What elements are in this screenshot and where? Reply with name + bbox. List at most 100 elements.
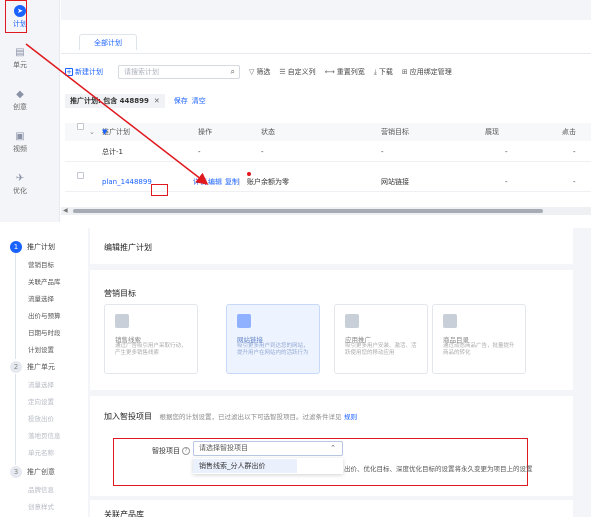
goal-desc: 通过动态商品广告，批量提升商品的转化 xyxy=(443,343,515,356)
rail-item-video[interactable]: ▣ 视频 xyxy=(0,131,40,154)
website-icon xyxy=(237,314,251,328)
filter-chip-label: 推广计划: 包含 448899 xyxy=(70,97,149,105)
smart-section-title: 加入智投项目 根据您的计划设置，已过滤出以下可选智投项目。过滤条件详见 规则 xyxy=(104,411,357,422)
app-icon xyxy=(345,314,359,328)
app-grid-icon: ⊞ xyxy=(401,68,408,76)
step-3[interactable]: 3 推广创意 xyxy=(10,466,55,478)
dropdown-option[interactable]: 销售线索_分人群出价 xyxy=(193,459,297,473)
save-filter-link[interactable]: 保存 xyxy=(174,96,188,106)
left-nav-rail: ➤ 计划 ▤ 单元 ◆ 创意 ▣ 视频 ✈ 优化 xyxy=(0,0,60,222)
title-card: 编辑推广计划 xyxy=(90,228,573,264)
app-binding-label: 应用绑定管理 xyxy=(409,68,452,76)
step-item[interactable]: 投放出价 xyxy=(28,413,54,423)
step-item[interactable]: 定向设置 xyxy=(28,396,54,406)
clear-filter-link[interactable]: 清空 xyxy=(192,96,206,106)
download-icon: ⤓ xyxy=(373,68,377,76)
highlight-edit-box xyxy=(151,184,168,196)
step-2[interactable]: 2 推广单元 xyxy=(10,361,55,373)
rail-label: 视频 xyxy=(13,145,27,153)
step-title: 推广单元 xyxy=(27,363,55,371)
copy-link[interactable]: 复制 xyxy=(225,172,239,192)
list-panel: 全部计划 + 新建计划 请搜索计划 ⌕ ▽ 筛选 ☰ 自定义列 ⟷ 重置列宽 ⤓ 下载 … xyxy=(61,20,591,222)
table-row: plan_1448899 详情 编辑 复制 | 账户余额为零 网站链接 - - xyxy=(65,172,591,192)
step-connector xyxy=(15,248,16,359)
rail-label: 创意 xyxy=(13,103,27,111)
rail-item-optimize[interactable]: ✈ 优化 xyxy=(0,173,40,196)
filter-funnel-icon[interactable]: ▼ xyxy=(102,123,107,141)
step-item[interactable]: 计划设置 xyxy=(28,344,54,354)
step-number: 3 xyxy=(10,466,22,478)
step-number: 1 xyxy=(10,241,22,253)
download-button[interactable]: ⤓ 下载 xyxy=(374,67,393,77)
step-item[interactable]: 创意样式 xyxy=(28,501,54,511)
list-toolbar: + 新建计划 请搜索计划 ⌕ ▽ 筛选 ☰ 自定义列 ⟷ 重置列宽 ⤓ 下载 ⊞ 应用绑定… xyxy=(65,65,591,79)
rail-item-creative[interactable]: ◆ 创意 xyxy=(0,89,40,112)
goal-card-website[interactable]: 网站链接 吸引更多用户到达您的网站，提升用户在网站内的活跃行为 xyxy=(226,304,320,374)
total-click: - xyxy=(573,148,576,156)
step-item[interactable]: 品牌信息 xyxy=(28,484,54,494)
goal-cell: 网站链接 xyxy=(381,178,409,186)
highlight-plan-box xyxy=(5,0,27,33)
optimize-icon: ✈ xyxy=(15,173,25,184)
scroll-thumb[interactable] xyxy=(73,209,543,213)
step-item[interactable]: 流量选择 xyxy=(28,293,54,303)
next-section-title: 关联产品库 xyxy=(104,510,144,517)
catalog-icon xyxy=(443,314,457,328)
rail-label: 单元 xyxy=(13,61,27,69)
total-status: - xyxy=(261,148,264,156)
help-icon[interactable]: ? xyxy=(182,447,190,455)
search-icon[interactable]: ⌕ xyxy=(231,66,235,78)
step-item[interactable]: 出价与预算 xyxy=(28,310,61,320)
warning-text: 出价、优化目标、深度优化目标的设置将永久变更为项目上的设置 xyxy=(344,465,533,473)
app-binding-button[interactable]: ⊞ 应用绑定管理 xyxy=(402,67,452,77)
next-card xyxy=(90,500,573,517)
show-cell: - xyxy=(505,178,508,186)
total-show: - xyxy=(505,148,508,156)
col-op: 操作 xyxy=(198,128,212,136)
step-item[interactable]: 关联产品库 xyxy=(28,276,61,286)
filter-button[interactable]: ▽ 筛选 xyxy=(249,67,270,77)
step-item[interactable]: 流量选择 xyxy=(28,379,54,389)
columns-icon: ☰ xyxy=(279,68,286,76)
step-1[interactable]: 1 推广计划 xyxy=(10,241,55,253)
goal-card-app[interactable]: 应用推广 吸引更多用户安装、激活、活跃使用您的移动应用 xyxy=(334,304,428,374)
total-goal: - xyxy=(381,148,384,156)
step-title: 推广计划 xyxy=(27,243,55,251)
step-title: 推广创意 xyxy=(27,468,55,476)
smart-title: 加入智投项目 xyxy=(104,412,152,421)
smart-project-select[interactable]: 请选择智投项目 ⌃ xyxy=(193,441,343,456)
step-number: 2 xyxy=(10,361,22,373)
close-icon[interactable]: ✕ xyxy=(154,97,160,105)
table-header: ⌄ 推广计划 ⇕ ▼ 操作 状态 营销目标 展现 ◆ 点击 ◆ xyxy=(65,123,591,141)
smart-project-dropdown: 销售线索_分人群出价 xyxy=(193,458,343,474)
chevron-down-icon[interactable]: ⌄ xyxy=(89,123,95,141)
chevron-up-icon: ⌃ xyxy=(330,444,336,452)
goal-card-sales-leads[interactable]: 销售线索 通过广告吸引用户采取行动，产生更多销售线索 xyxy=(104,304,198,374)
horizontal-scrollbar[interactable]: ◀ xyxy=(61,207,591,215)
active-filter-row: 推广计划: 包含 448899 ✕ 保存 清空 xyxy=(65,94,206,108)
sales-lead-icon xyxy=(115,314,129,328)
goal-card-catalog[interactable]: 商品目录 通过动态商品广告，批量提升商品的转化 xyxy=(432,304,526,374)
plus-icon: + xyxy=(65,68,73,76)
step-item[interactable]: 落地页信息 xyxy=(28,430,61,440)
custom-columns-button[interactable]: ☰ 自定义列 xyxy=(279,67,315,77)
step-item[interactable]: 营销目标 xyxy=(28,259,54,269)
rail-item-unit[interactable]: ▤ 单元 xyxy=(0,47,40,70)
search-placeholder: 请搜索计划 xyxy=(124,68,159,76)
reset-width-button[interactable]: ⟷ 重置列宽 xyxy=(325,67,365,77)
filter-chip[interactable]: 推广计划: 包含 448899 ✕ xyxy=(65,94,165,108)
unit-icon: ▤ xyxy=(15,47,25,58)
tab-all-plans[interactable]: 全部计划 xyxy=(79,34,137,50)
plan-name-link[interactable]: plan_1448899 xyxy=(102,172,152,192)
edit-link[interactable]: 编辑 xyxy=(208,172,222,192)
step-item[interactable]: 单元名称 xyxy=(28,447,54,457)
step-item[interactable]: 日期与时段 xyxy=(28,327,61,337)
plan-search-input[interactable]: 请搜索计划 ⌕ xyxy=(118,65,240,79)
detail-link[interactable]: 详情 xyxy=(193,172,207,192)
section-title: 营销目标 xyxy=(104,289,136,298)
step-connector xyxy=(15,374,16,465)
rule-link[interactable]: 规则 xyxy=(344,413,357,421)
scroll-left-icon[interactable]: ◀ xyxy=(63,207,68,215)
new-plan-button[interactable]: + 新建计划 xyxy=(65,67,113,77)
goal-desc: 吸引更多用户到达您的网站，提升用户在网站内的活跃行为 xyxy=(237,343,309,356)
